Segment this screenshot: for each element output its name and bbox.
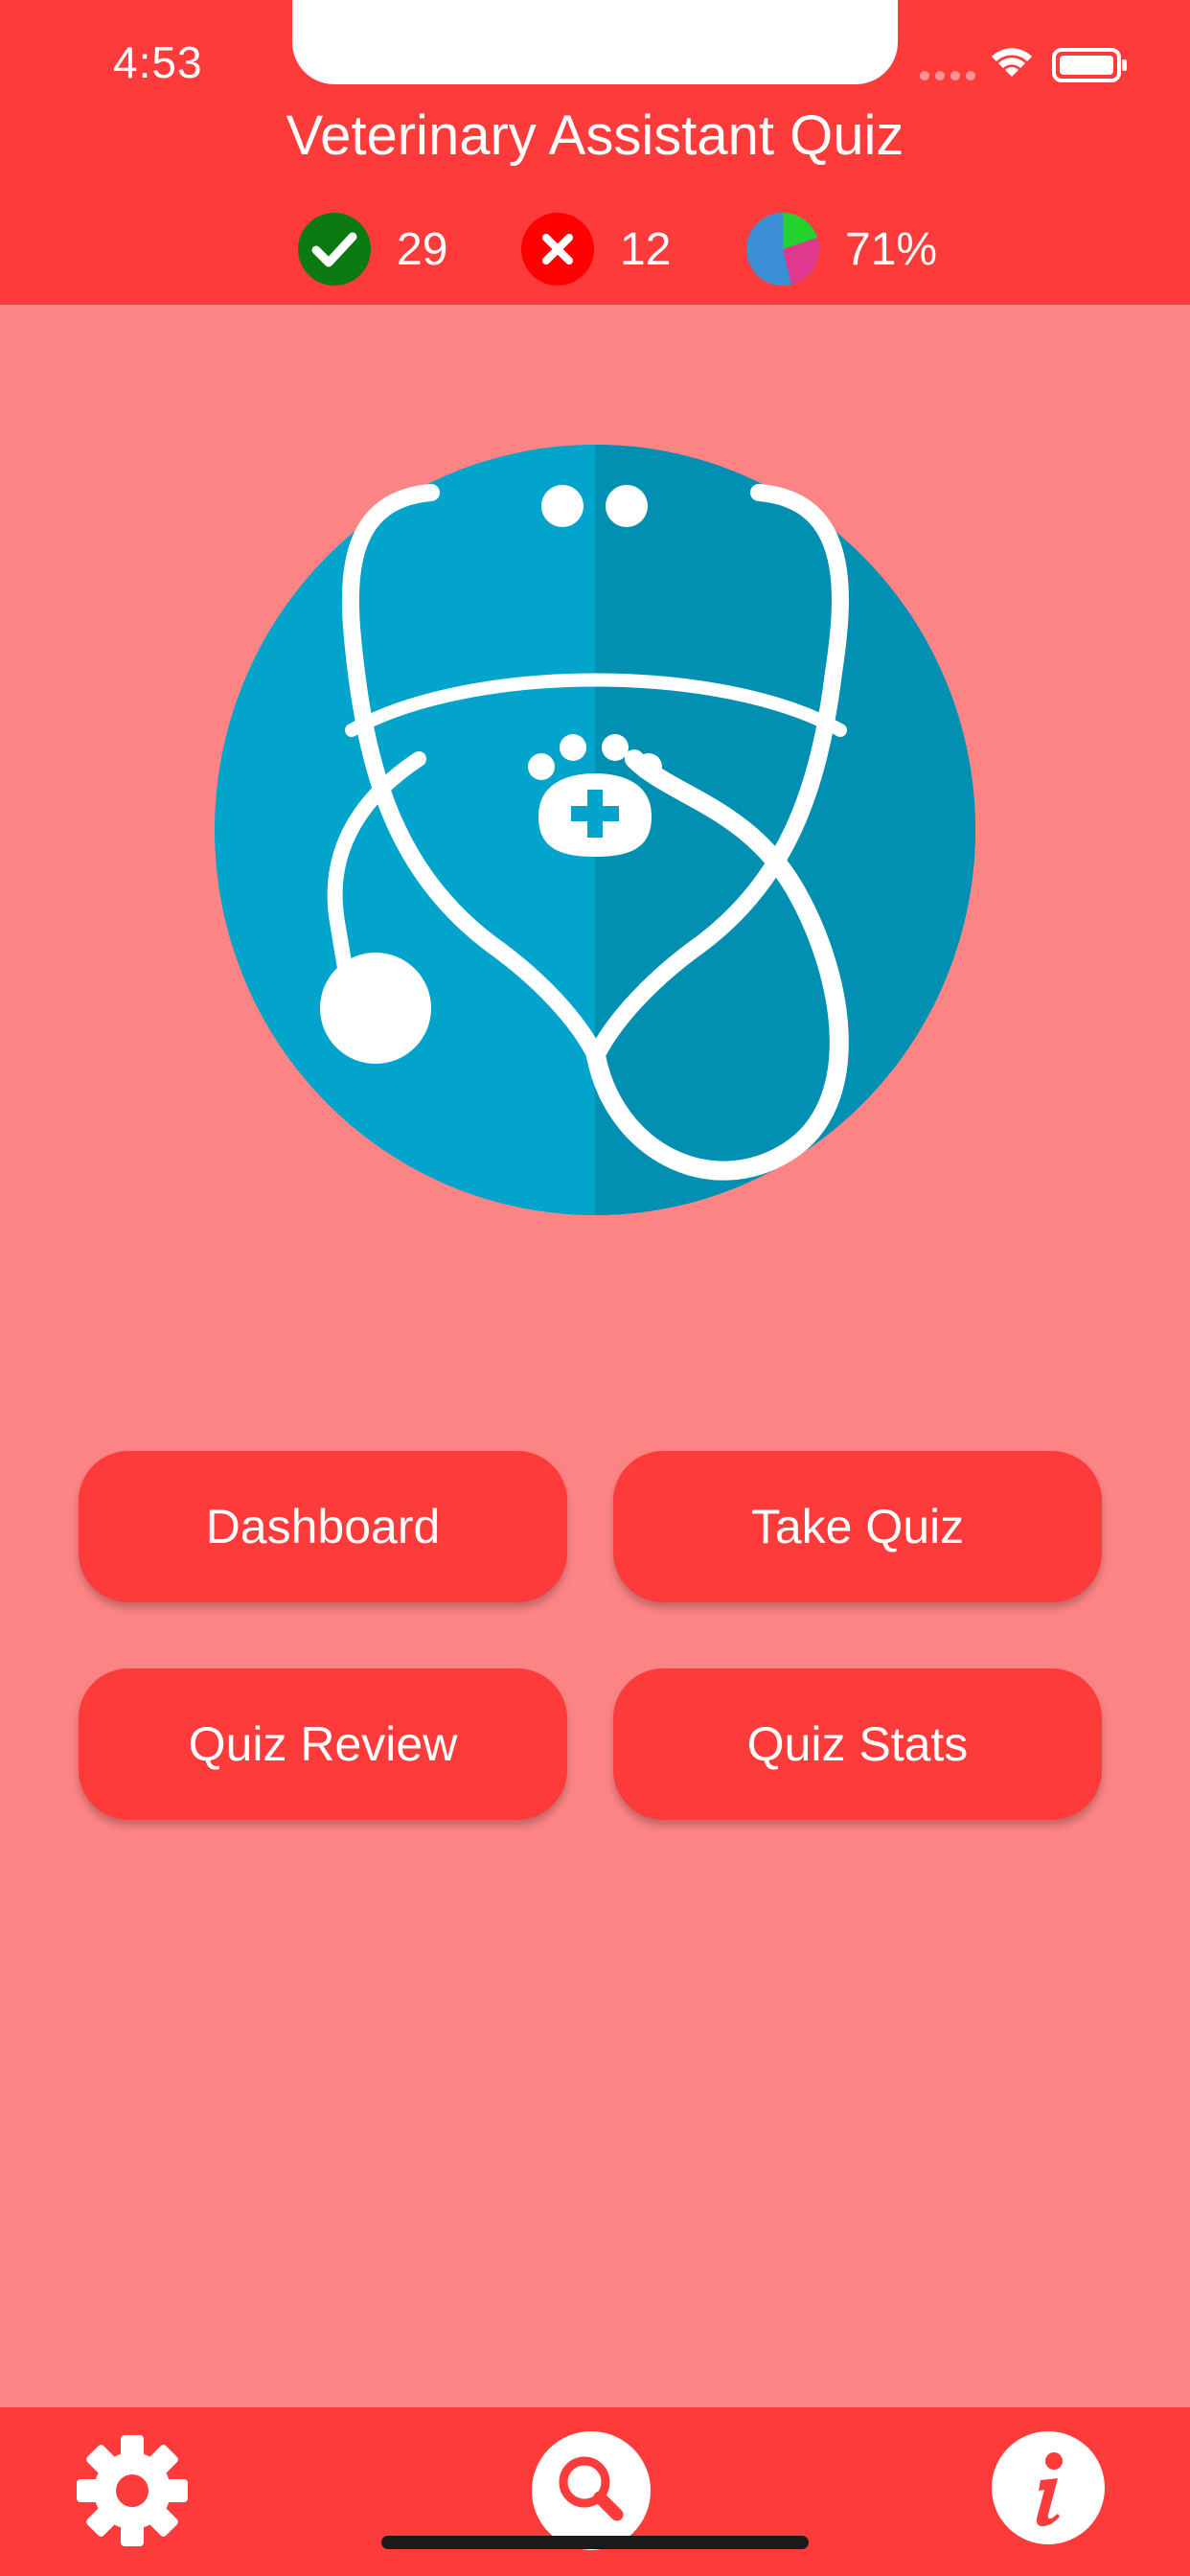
battery-icon	[1052, 48, 1127, 82]
take-quiz-button[interactable]: Take Quiz	[613, 1451, 1102, 1602]
search-icon[interactable]	[531, 2430, 652, 2551]
app-screen: 4:53 Veterinary Assistant Quiz 29 12 71%…	[0, 0, 1190, 2576]
correct-value: 29	[397, 223, 448, 275]
quiz-review-button[interactable]: Quiz Review	[79, 1668, 567, 1820]
x-icon	[521, 213, 594, 286]
quiz-stats-button[interactable]: Quiz Stats	[613, 1668, 1102, 1820]
checkmark-icon	[298, 213, 371, 286]
score-value: 71%	[845, 223, 938, 275]
header: 4:53 Veterinary Assistant Quiz 29 12 71%	[0, 0, 1190, 305]
home-indicator[interactable]	[381, 2536, 809, 2549]
info-icon[interactable]	[991, 2430, 1106, 2545]
stethoscope-paw-icon	[215, 445, 975, 1215]
incorrect-count: 12	[520, 211, 671, 288]
gear-icon[interactable]	[75, 2433, 190, 2548]
pie-chart-icon	[746, 213, 819, 286]
score-percentage: 71%	[745, 211, 937, 288]
app-title: Veterinary Assistant Quiz	[286, 104, 904, 167]
score-summary: 29 12 71%	[0, 211, 1190, 288]
status-time: 4:53	[113, 37, 203, 87]
cellular-signal-icon	[920, 71, 975, 80]
wifi-icon	[992, 48, 1032, 77]
incorrect-value: 12	[620, 223, 672, 275]
device-notch	[292, 0, 898, 84]
correct-count: 29	[297, 211, 447, 288]
dashboard-button[interactable]: Dashboard	[79, 1451, 567, 1602]
